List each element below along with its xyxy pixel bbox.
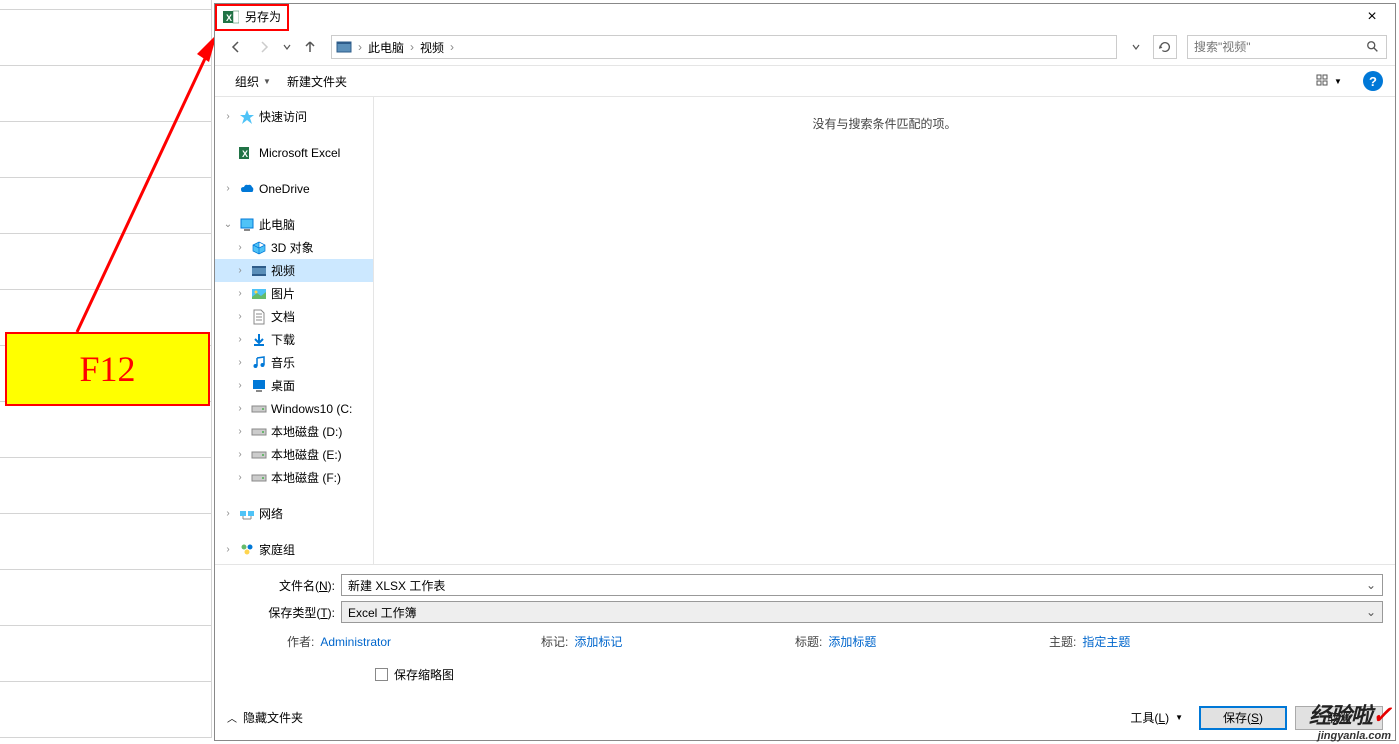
breadcrumb-sep: › [448,40,456,54]
video-icon [251,263,267,279]
videos-folder-icon [336,39,352,55]
cancel-button[interactable]: 取消 [1295,706,1383,730]
chevron-down-icon: ▼ [1175,713,1183,722]
download-icon [251,332,267,348]
save-button[interactable]: 保存(S) [1199,706,1287,730]
folder-tree[interactable]: ›快速访问 XMicrosoft Excel ›OneDrive ⌄此电脑 ›3… [215,97,373,564]
tree-excel[interactable]: XMicrosoft Excel [215,141,373,164]
tree-videos[interactable]: ›视频 [215,259,373,282]
help-button[interactable]: ? [1363,71,1383,91]
back-button[interactable] [223,34,249,60]
search-box[interactable] [1187,35,1387,59]
tree-music[interactable]: ›音乐 [215,351,373,374]
disk-icon [251,424,267,440]
thumbnail-label: 保存缩略图 [394,666,454,683]
view-options-button[interactable]: ▼ [1309,70,1349,92]
empty-message: 没有与搜索条件匹配的项。 [812,115,956,564]
network-icon [239,506,255,522]
svg-text:X: X [226,13,232,23]
filetype-label: 保存类型(T): [227,604,341,621]
recent-button[interactable] [279,34,295,60]
nav-bar: › 此电脑 › 视频 › [215,29,1395,65]
tags-field[interactable]: 标记:添加标记 [541,633,781,650]
tree-disk-c[interactable]: ›Windows10 (C: [215,397,373,420]
view-icon [1316,74,1332,88]
close-button[interactable]: × [1349,4,1395,29]
chevron-down-icon: ▼ [1334,77,1342,86]
document-icon [251,309,267,325]
picture-icon [251,286,267,302]
pc-icon [239,217,255,233]
search-input[interactable] [1194,40,1366,54]
tree-disk-d[interactable]: ›本地磁盘 (D:) [215,420,373,443]
author-field[interactable]: 作者:Administrator [287,633,527,650]
address-dropdown[interactable] [1125,36,1147,58]
up-button[interactable] [297,34,323,60]
save-as-dialog: X 另存为 × › 此电脑 › 视频 › [214,3,1396,741]
excel-icon: X [223,9,239,25]
thumbnail-checkbox[interactable] [375,668,388,681]
search-icon[interactable] [1366,40,1380,54]
tree-network[interactable]: ›网络 [215,502,373,525]
dialog-title: 另存为 [245,8,1349,25]
thumbnail-checkbox-row[interactable]: 保存缩略图 [227,666,1383,683]
tree-documents[interactable]: ›文档 [215,305,373,328]
chevron-down-icon[interactable]: ⌄ [1366,578,1376,592]
file-list-area[interactable]: 没有与搜索条件匹配的项。 [373,97,1395,564]
tree-disk-f[interactable]: ›本地磁盘 (F:) [215,466,373,489]
desktop-icon [251,378,267,394]
chevron-up-icon: ︿ [227,710,237,725]
forward-button[interactable] [251,34,277,60]
body-area: ›快速访问 XMicrosoft Excel ›OneDrive ⌄此电脑 ›3… [215,97,1395,564]
hide-folders-button[interactable]: ︿ 隐藏文件夹 [227,709,303,726]
chevron-down-icon: ▼ [263,77,271,86]
breadcrumb-root[interactable]: 此电脑 [364,39,408,56]
f12-label: F12 [79,348,135,390]
filename-label: 文件名(N): [227,577,341,594]
chevron-down-icon[interactable]: ⌄ [1366,605,1376,619]
homegroup-icon [239,542,255,558]
refresh-button[interactable] [1153,35,1177,59]
breadcrumb-sep: › [356,40,364,54]
tree-downloads[interactable]: ›下载 [215,328,373,351]
filetype-combo[interactable]: Excel 工作簿⌄ [341,601,1383,623]
title-bar[interactable]: X 另存为 × [215,4,1395,29]
toolbar: 组织▼ 新建文件夹 ▼ ? [215,65,1395,97]
subject-field[interactable]: 主题:指定主题 [1049,633,1289,650]
svg-text:X: X [242,149,248,159]
new-folder-button[interactable]: 新建文件夹 [279,69,355,94]
star-icon [239,109,255,125]
excel-icon: X [239,145,255,161]
tree-disk-e[interactable]: ›本地磁盘 (E:) [215,443,373,466]
disk-icon [251,470,267,486]
music-icon [251,355,267,371]
tree-this-pc[interactable]: ⌄此电脑 [215,213,373,236]
organize-button[interactable]: 组织▼ [227,69,279,94]
f12-annotation: F12 [5,332,210,406]
tree-onedrive[interactable]: ›OneDrive [215,177,373,200]
tools-button[interactable]: 工具(L)▼ [1122,705,1191,730]
filename-input[interactable]: 新建 XLSX 工作表⌄ [341,574,1383,596]
title-field[interactable]: 标题:添加标题 [795,633,1035,650]
address-bar[interactable]: › 此电脑 › 视频 › [331,35,1117,59]
cube-icon [251,240,267,256]
breadcrumb-sep: › [408,40,416,54]
disk-icon [251,401,267,417]
tree-pictures[interactable]: ›图片 [215,282,373,305]
disk-icon [251,447,267,463]
form-area: 文件名(N): 新建 XLSX 工作表⌄ 保存类型(T): Excel 工作簿⌄… [215,564,1395,695]
tree-homegroup[interactable]: ›家庭组 [215,538,373,561]
cloud-icon [239,181,255,197]
breadcrumb-current[interactable]: 视频 [416,39,448,56]
tree-quick-access[interactable]: ›快速访问 [215,105,373,128]
tree-3d-objects[interactable]: ›3D 对象 [215,236,373,259]
dialog-footer: ︿ 隐藏文件夹 工具(L)▼ 保存(S) 取消 [215,695,1395,740]
tree-desktop[interactable]: ›桌面 [215,374,373,397]
